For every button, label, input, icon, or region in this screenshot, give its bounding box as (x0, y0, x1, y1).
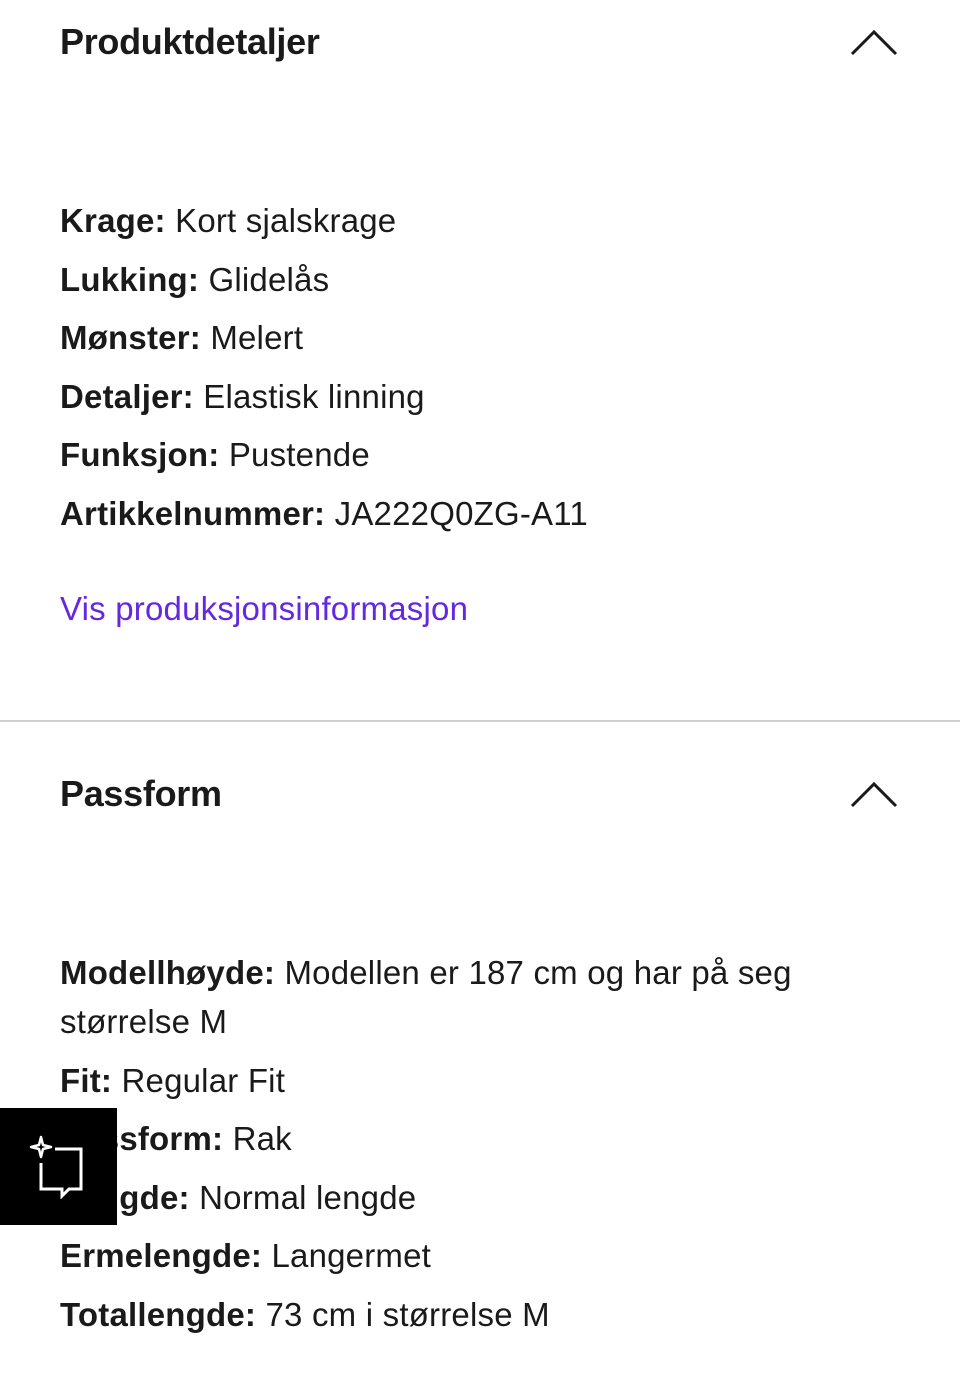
attribute-row-sleeve-length: Ermelengde: Langermet (60, 1231, 840, 1280)
attribute-row-article-number: Artikkelnummer: JA222Q0ZG-A11 (60, 489, 900, 538)
attribute-value: 73 cm i størrelse M (265, 1295, 550, 1333)
attribute-key: Detaljer: (60, 377, 194, 415)
product-details-section: Produktdetaljer Krage: Kort sjalskrage L… (0, 0, 960, 720)
attribute-row-collar: Krage: Kort sjalskrage (60, 196, 900, 245)
ai-assistant-button[interactable] (0, 1108, 117, 1225)
attribute-row-total-length: Totallengde: 73 cm i størrelse M (60, 1290, 840, 1339)
attribute-row-function: Funksjon: Pustende (60, 430, 900, 479)
product-details-title: Produktdetaljer (60, 21, 320, 62)
attribute-key: Mønster: (60, 319, 201, 356)
attribute-row-shape: Passform: Rak (60, 1114, 840, 1163)
attribute-row-length: Lengde: Normal lengde (60, 1173, 840, 1222)
chevron-up-icon[interactable] (848, 779, 900, 809)
ai-sparkle-chat-icon (29, 1135, 82, 1199)
attribute-value: Elastisk linning (203, 377, 425, 415)
attribute-value: Langermet (271, 1237, 432, 1274)
attribute-key: Funksjon: (60, 436, 220, 473)
fit-header[interactable]: Passform (60, 764, 900, 824)
attribute-row-model-height: Modellhøyde: Modellen er 187 cm og har p… (60, 948, 840, 1046)
product-details-header[interactable]: Produktdetaljer (60, 12, 900, 72)
attribute-key: Artikkelnummer: (60, 494, 326, 532)
attribute-key: Totallengde: (60, 1295, 257, 1333)
attribute-row-pattern: Mønster: Melert (60, 313, 900, 362)
attribute-value: Melert (210, 319, 304, 356)
fit-title: Passform (60, 773, 222, 814)
attribute-key: Ermelengde: (60, 1237, 263, 1274)
attribute-key: Fit: (60, 1061, 113, 1099)
chevron-up-icon-svg (850, 29, 898, 56)
attribute-key: Krage: (60, 202, 166, 239)
attribute-row-fit: Fit: Regular Fit (60, 1056, 840, 1105)
attribute-value: Glidelås (208, 260, 330, 298)
chevron-up-icon[interactable] (848, 27, 900, 57)
product-details-list: Krage: Kort sjalskrage Lukking: Glidelås… (60, 196, 900, 547)
fit-section: Passform Modellhøyde: Modellen er 187 cm… (0, 722, 960, 1386)
attribute-value: Normal lengde (199, 1178, 417, 1216)
attribute-key: Modellhøyde: (60, 954, 276, 991)
attribute-value: Rak (232, 1120, 292, 1157)
attribute-row-closure: Lukking: Glidelås (60, 255, 900, 304)
attribute-value: Kort sjalskrage (175, 202, 397, 239)
production-info-link[interactable]: Vis produksjonsinformasjon (60, 590, 468, 628)
fit-list: Modellhøyde: Modellen er 187 cm og har p… (60, 948, 840, 1348)
attribute-key: Lukking: (60, 260, 200, 298)
chevron-up-icon-svg (850, 781, 898, 808)
attribute-value: Regular Fit (121, 1061, 286, 1099)
attribute-value: Pustende (228, 436, 370, 473)
attribute-value: JA222Q0ZG-A11 (334, 494, 588, 532)
attribute-row-details: Detaljer: Elastisk linning (60, 372, 900, 421)
